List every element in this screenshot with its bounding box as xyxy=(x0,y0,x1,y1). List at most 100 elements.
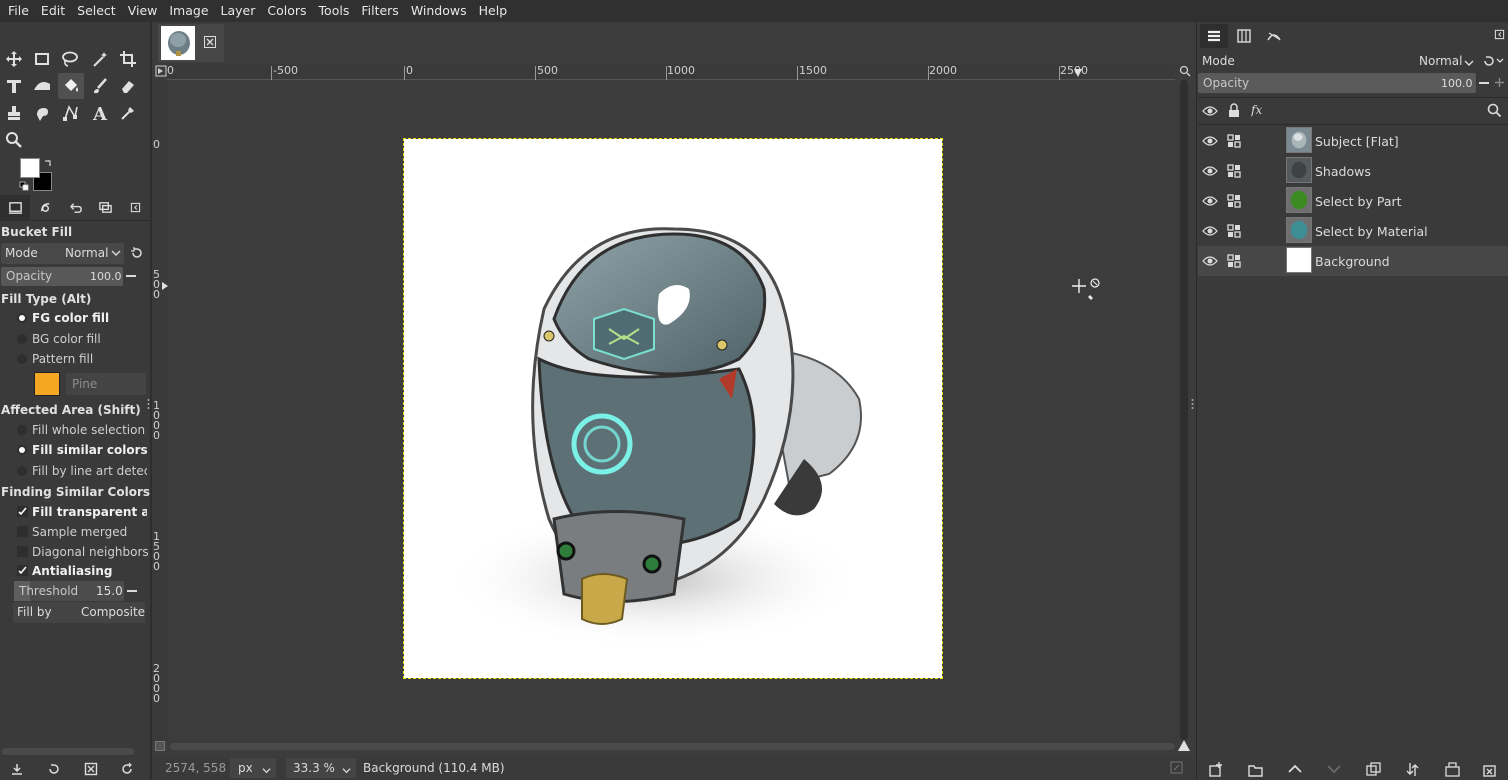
antialiasing-label: Antialiasing xyxy=(32,564,113,578)
chain-link-icon[interactable] xyxy=(1227,224,1241,241)
lower-layer-icon[interactable] xyxy=(1327,763,1341,778)
layer-thumbnail xyxy=(1286,217,1312,243)
fill-line-art-radio[interactable] xyxy=(17,466,27,476)
menu-help[interactable]: Help xyxy=(473,0,514,22)
transform-tool-icon[interactable] xyxy=(1,73,27,99)
navigate-arrow-icon[interactable] xyxy=(1178,740,1190,751)
layer-mask-icon[interactable] xyxy=(1445,762,1460,780)
chain-link-icon[interactable] xyxy=(1227,254,1241,271)
duplicate-layer-icon[interactable] xyxy=(1366,762,1381,780)
channels-tab-icon[interactable] xyxy=(1236,28,1252,47)
visibility-eye-icon[interactable] xyxy=(1202,224,1218,241)
new-layer-icon[interactable] xyxy=(1208,762,1223,780)
merge-layer-icon[interactable] xyxy=(1406,762,1421,780)
visibility-eye-icon[interactable] xyxy=(1202,134,1218,151)
diagonal-neighbors-checkbox[interactable] xyxy=(17,546,28,557)
fill-type-title: Fill Type (Alt) xyxy=(1,292,92,306)
rect-select-tool-icon[interactable] xyxy=(29,46,55,72)
bucket-fill-tool-icon[interactable] xyxy=(58,73,84,99)
lasso-tool-icon[interactable] xyxy=(57,46,83,72)
threshold-minus-icon[interactable] xyxy=(127,590,137,592)
chain-link-icon[interactable] xyxy=(1227,194,1241,211)
move-tool-icon[interactable] xyxy=(1,46,27,72)
swap-colors-icon[interactable] xyxy=(43,158,53,168)
raise-layer-icon[interactable] xyxy=(1288,763,1302,778)
reset-mode-icon[interactable] xyxy=(130,246,144,263)
menu-view[interactable]: View xyxy=(122,0,164,22)
menu-filters[interactable]: Filters xyxy=(355,0,404,22)
pane-handle-icon[interactable] xyxy=(1191,398,1194,410)
menu-select[interactable]: Select xyxy=(71,0,122,22)
undo-history-tab[interactable] xyxy=(60,195,90,221)
color-picker-tool-icon[interactable] xyxy=(115,100,141,126)
smudge-tool-icon[interactable] xyxy=(29,100,55,126)
menu-edit[interactable]: Edit xyxy=(35,0,71,22)
restore-options-icon[interactable] xyxy=(47,762,61,779)
close-image-icon[interactable] xyxy=(204,36,216,51)
quick-mask-corner-icon[interactable] xyxy=(155,65,167,77)
pattern-swatch[interactable] xyxy=(34,372,60,396)
pane-handle-icon[interactable] xyxy=(147,398,150,410)
layers-tab[interactable] xyxy=(1200,24,1228,48)
search-icon[interactable] xyxy=(1487,103,1502,121)
image-tab[interactable] xyxy=(158,24,224,62)
vertical-scrollbar[interactable] xyxy=(1180,80,1188,740)
bg-fill-radio[interactable] xyxy=(17,334,27,344)
configure-tab-icon[interactable] xyxy=(120,195,150,221)
zoom-navigate-icon[interactable] xyxy=(1179,65,1191,80)
warp-tool-icon[interactable] xyxy=(29,73,55,99)
fill-transparent-checkbox[interactable] xyxy=(17,506,28,517)
sample-merged-checkbox[interactable] xyxy=(17,526,28,537)
fill-whole-selection-radio[interactable] xyxy=(17,425,27,435)
chain-link-icon[interactable] xyxy=(1227,164,1241,181)
lock-header-icon[interactable] xyxy=(1228,103,1240,121)
visibility-eye-icon[interactable] xyxy=(1202,254,1218,271)
reset-layer-mode-icon[interactable] xyxy=(1482,54,1506,71)
fill-similar-colors-radio[interactable] xyxy=(17,445,27,455)
plus-icon[interactable] xyxy=(1494,77,1505,91)
menu-tools[interactable]: Tools xyxy=(313,0,356,22)
default-colors-icon[interactable] xyxy=(19,180,29,191)
fg-fill-radio[interactable] xyxy=(17,313,27,323)
crop-tool-icon[interactable] xyxy=(115,46,141,72)
paintbrush-tool-icon[interactable] xyxy=(87,73,113,99)
reset-options-icon[interactable] xyxy=(120,762,134,779)
zoom-fit-icon[interactable] xyxy=(1170,761,1183,777)
visibility-eye-icon[interactable] xyxy=(1202,164,1218,181)
paths-tool-icon[interactable] xyxy=(58,100,84,126)
images-tab[interactable] xyxy=(90,195,120,221)
ruler-label: 0 xyxy=(406,64,413,77)
clone-tool-icon[interactable] xyxy=(1,100,27,126)
ruler-label: 2000 xyxy=(929,64,957,77)
zoom-tool-icon[interactable] xyxy=(1,127,27,153)
minus-icon[interactable] xyxy=(1479,82,1489,84)
configure-tab-icon[interactable] xyxy=(1494,29,1505,43)
pattern-fill-radio[interactable] xyxy=(17,354,27,364)
image-canvas[interactable] xyxy=(403,138,943,679)
new-layer-group-icon[interactable] xyxy=(1248,762,1263,780)
tool-options-tab[interactable] xyxy=(0,194,30,221)
device-status-tab[interactable] xyxy=(30,195,60,221)
canvas-corner-icon xyxy=(155,741,165,751)
chain-link-icon[interactable] xyxy=(1227,134,1241,151)
menu-colors[interactable]: Colors xyxy=(261,0,312,22)
minus-icon[interactable] xyxy=(126,275,136,277)
visibility-eye-icon[interactable] xyxy=(1202,194,1218,211)
save-options-icon[interactable] xyxy=(10,762,24,779)
menu-windows[interactable]: Windows xyxy=(405,0,473,22)
antialiasing-checkbox[interactable] xyxy=(17,565,28,576)
menu-file[interactable]: File xyxy=(2,0,35,22)
toolbox-scrollbar[interactable] xyxy=(2,748,134,755)
fx-header-icon[interactable]: fx xyxy=(1250,103,1267,120)
menu-image[interactable]: Image xyxy=(163,0,214,22)
paths-tab-icon[interactable] xyxy=(1266,28,1282,47)
text-tool-icon[interactable]: A xyxy=(87,100,113,126)
menu-layer[interactable]: Layer xyxy=(215,0,262,22)
delete-options-icon[interactable] xyxy=(84,762,98,779)
eraser-tool-icon[interactable] xyxy=(115,73,141,99)
fuzzy-select-tool-icon[interactable] xyxy=(87,46,113,72)
foreground-color-swatch[interactable] xyxy=(20,158,40,178)
eye-header-icon[interactable] xyxy=(1202,104,1218,121)
delete-layer-icon[interactable] xyxy=(1482,762,1497,780)
horizontal-scrollbar[interactable] xyxy=(170,743,1175,750)
